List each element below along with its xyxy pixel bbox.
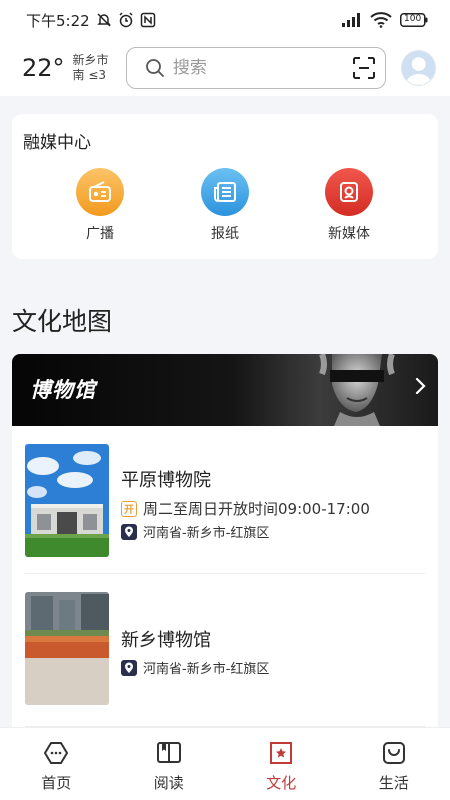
weather-city: 新乡市: [72, 53, 109, 67]
media-center-title: 融媒中心: [23, 133, 91, 153]
location-pin-icon: [121, 659, 137, 676]
museum-photo: [25, 592, 109, 705]
nav-item-home[interactable]: 首页: [0, 728, 113, 800]
life-bag-icon: [381, 740, 407, 766]
media-item-label: 报纸: [211, 226, 239, 242]
museum-photo: [25, 444, 109, 557]
search-input[interactable]: [172, 58, 343, 78]
location-pin-icon: [121, 523, 137, 540]
list-item-museum[interactable]: 新乡博物馆 河南省-新乡市-红旗区: [12, 574, 438, 734]
list-item-museum[interactable]: 平原博物院 开 周二至周日开放时间09:00-17:00 河南省-新乡市-红旗区: [12, 426, 438, 574]
museum-banner-title: 博物馆: [30, 378, 96, 402]
bottom-nav: 首页 阅读 文化 生活: [0, 727, 450, 800]
museum-name: 新乡博物馆: [121, 630, 211, 651]
status-bar: 下午5:22 100: [0, 0, 450, 40]
weather-wind: 南 ≤3: [72, 68, 107, 82]
nfc-icon: [140, 12, 156, 28]
museum-name: 平原博物院: [121, 470, 211, 491]
media-item-newspaper[interactable]: 报纸: [185, 168, 265, 243]
media-center-card: 融媒中心 广播 报纸 新媒体: [12, 114, 438, 259]
battery-level: 100: [404, 14, 422, 24]
avatar[interactable]: [400, 50, 436, 86]
search-bar[interactable]: [125, 47, 386, 89]
museum-card: 博物馆 平原博物院 开 周二至周日开放时间09:00-17:00 河南省-新乡市…: [12, 354, 438, 734]
media-item-label: 新媒体: [328, 226, 370, 242]
statue-image: [319, 354, 395, 426]
museum-address: 河南省-新乡市-红旗区: [143, 526, 270, 541]
media-item-label: 广播: [86, 226, 114, 242]
mute-bell-icon: [96, 12, 112, 28]
header: 22° 新乡市 南 ≤3: [0, 40, 450, 96]
museum-hours-row: 开 周二至周日开放时间09:00-17:00: [121, 498, 370, 519]
home-icon: [43, 740, 69, 766]
nav-label: 生活: [378, 774, 409, 792]
search-icon: [145, 58, 165, 78]
chevron-right-icon[interactable]: [414, 376, 426, 400]
alarm-icon: [118, 12, 134, 28]
culture-map-title: 文化地图: [12, 307, 113, 336]
newspaper-icon: [201, 168, 249, 216]
nav-label: 首页: [41, 774, 72, 792]
museum-address-row: 河南省-新乡市-红旗区: [121, 522, 269, 541]
museum-banner[interactable]: 博物馆: [12, 354, 438, 426]
culture-icon: [268, 740, 294, 766]
nav-item-read[interactable]: 阅读: [113, 728, 226, 800]
nav-item-culture[interactable]: 文化: [225, 728, 338, 800]
nav-item-life[interactable]: 生活: [338, 728, 450, 800]
new-media-icon: [325, 168, 373, 216]
wifi-icon: [370, 12, 392, 28]
radio-icon: [76, 168, 124, 216]
museum-hours: 周二至周日开放时间09:00-17:00: [143, 500, 370, 518]
museum-address-row: 河南省-新乡市-红旗区: [121, 658, 269, 677]
battery-icon: 100: [400, 13, 428, 27]
status-time: 下午5:22: [26, 11, 90, 30]
nav-label: 文化: [266, 774, 297, 792]
scan-icon[interactable]: [352, 57, 375, 79]
weather-location[interactable]: 新乡市 南 ≤3: [73, 53, 112, 83]
open-hours-icon: 开: [121, 500, 137, 517]
museum-address: 河南省-新乡市-红旗区: [143, 662, 270, 677]
book-icon: [156, 740, 182, 766]
nav-label: 阅读: [153, 774, 184, 792]
signal-icon: [342, 13, 362, 27]
weather-temperature[interactable]: 22°: [22, 54, 65, 82]
media-item-radio[interactable]: 广播: [60, 168, 140, 243]
media-item-new-media[interactable]: 新媒体: [309, 168, 389, 243]
